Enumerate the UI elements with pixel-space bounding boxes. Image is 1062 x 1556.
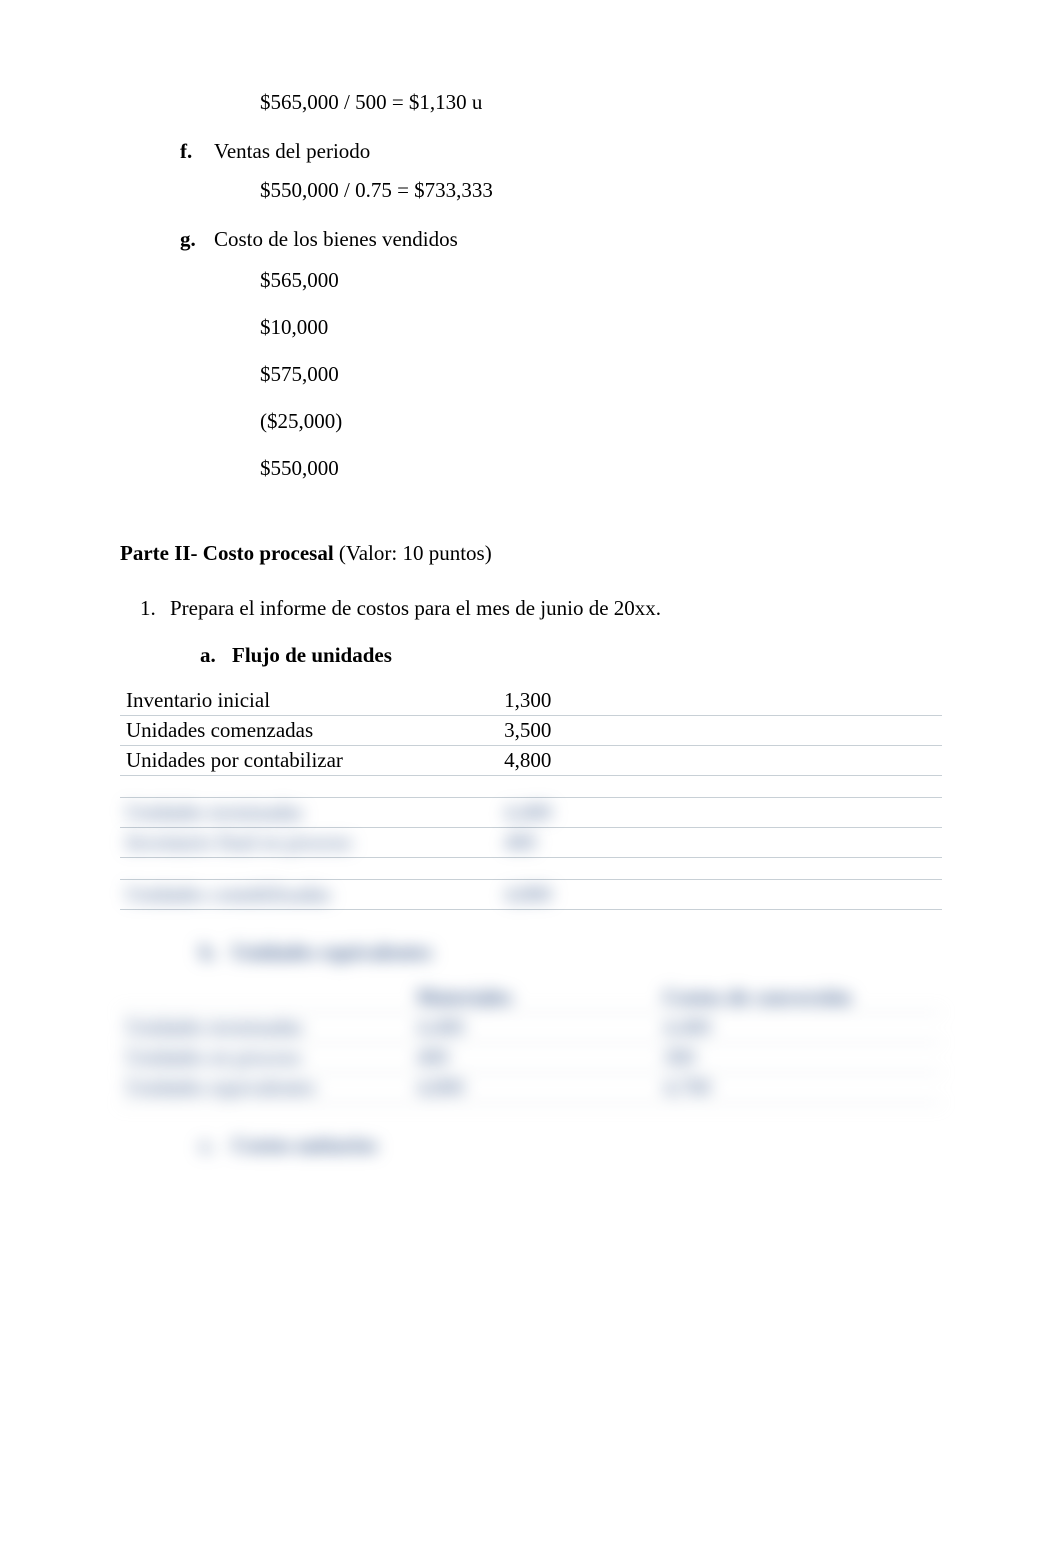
cell-empty xyxy=(120,983,367,1013)
cell-value: 4,800 xyxy=(498,880,720,910)
cell-empty xyxy=(720,798,942,828)
sub-item-b: b. Unidades equivalentes xyxy=(200,940,942,965)
list-text-f: Ventas del periodo xyxy=(214,139,942,164)
list-item-g: g. Costo de los bienes vendidos xyxy=(180,227,942,252)
table-unidades-equivalentes: Materiales Costos de conversión Unidades… xyxy=(120,983,942,1103)
sub-item-a: a. Flujo de unidades xyxy=(200,643,942,668)
calculation-line: $550,000 / 0.75 = $733,333 xyxy=(260,178,942,203)
cell-header: Materiales xyxy=(367,983,614,1013)
cell-value: 4,400 xyxy=(498,798,720,828)
value-line: ($25,000) xyxy=(260,409,942,434)
table-row: Unidades en proceso 400 300 xyxy=(120,1043,942,1073)
value-line: $10,000 xyxy=(260,315,942,340)
cell-empty xyxy=(720,716,942,746)
cell-empty xyxy=(720,828,942,858)
calculation-line: $565,000 / 500 = $1,130 u xyxy=(260,90,942,115)
cell-label: Inventario inicial xyxy=(120,686,498,716)
cell-empty xyxy=(720,880,942,910)
cell-value: 4,800 xyxy=(367,1073,614,1103)
sub-marker-b: b. xyxy=(200,940,232,965)
cell-empty xyxy=(720,686,942,716)
sub-marker-c: c. xyxy=(200,1133,232,1158)
value-block-g: $565,000 $10,000 $575,000 ($25,000) $550… xyxy=(260,268,942,481)
table-flujo-unidades: Inventario inicial 1,300 Unidades comenz… xyxy=(120,686,942,910)
table-row-blurred: Unidades contabilizadas 4,800 xyxy=(120,880,942,910)
list-marker-g: g. xyxy=(180,227,214,252)
table-row: Unidades por contabilizar 4,800 xyxy=(120,746,942,776)
cell-label: Unidades por contabilizar xyxy=(120,746,498,776)
cell-value: 4,400 xyxy=(613,1013,942,1043)
table-spacer xyxy=(120,776,942,798)
table-row-blurred: Inventario final en proceso 400 xyxy=(120,828,942,858)
table-row-blurred: Unidades terminadas 4,400 xyxy=(120,798,942,828)
cell-header: Costos de conversión xyxy=(613,983,942,1013)
section-title-bold: Parte II- Costo procesal xyxy=(120,541,334,565)
section-title-parte2: Parte II- Costo procesal (Valor: 10 punt… xyxy=(120,541,942,566)
value-line: $550,000 xyxy=(260,456,942,481)
value-line: $565,000 xyxy=(260,268,942,293)
cell-label: Unidades terminadas xyxy=(120,1013,367,1043)
cell-value: 400 xyxy=(367,1043,614,1073)
sub-item-c: c. Costos unitarios xyxy=(200,1133,942,1158)
cell-empty xyxy=(720,746,942,776)
sub-text-b: Unidades equivalentes xyxy=(232,940,432,965)
sub-text-a: Flujo de unidades xyxy=(232,643,392,668)
value-line: $575,000 xyxy=(260,362,942,387)
cell-value: 4,400 xyxy=(367,1013,614,1043)
table-row: Unidades equivalentes 4,800 4,700 xyxy=(120,1073,942,1103)
cell-value: 400 xyxy=(498,828,720,858)
cell-label: Unidades en proceso xyxy=(120,1043,367,1073)
cell-label: Unidades contabilizadas xyxy=(120,880,498,910)
section-title-rest: (Valor: 10 puntos) xyxy=(334,541,492,565)
list-text-g: Costo de los bienes vendidos xyxy=(214,227,942,252)
cell-value: 1,300 xyxy=(498,686,720,716)
table-spacer xyxy=(120,858,942,880)
table-row: Unidades terminadas 4,400 4,400 xyxy=(120,1013,942,1043)
cell-label: Unidades equivalentes xyxy=(120,1073,367,1103)
table-row: Inventario inicial 1,300 xyxy=(120,686,942,716)
list-item-f: f. Ventas del periodo xyxy=(180,139,942,164)
sub-text-c: Costos unitarios xyxy=(232,1133,377,1158)
cell-value: 3,500 xyxy=(498,716,720,746)
cell-value: 300 xyxy=(613,1043,942,1073)
table-row: Unidades comenzadas 3,500 xyxy=(120,716,942,746)
cell-value: 4,800 xyxy=(498,746,720,776)
list-marker-f: f. xyxy=(180,139,214,164)
numbered-item-1: 1. Prepara el informe de costos para el … xyxy=(140,596,942,621)
cell-label: Unidades comenzadas xyxy=(120,716,498,746)
sub-marker-a: a. xyxy=(200,643,232,668)
table-header: Materiales Costos de conversión xyxy=(120,983,942,1013)
numbered-marker: 1. xyxy=(140,596,170,621)
cell-label: Inventario final en proceso xyxy=(120,828,498,858)
numbered-text: Prepara el informe de costos para el mes… xyxy=(170,596,661,621)
cell-label: Unidades terminadas xyxy=(120,798,498,828)
cell-value: 4,700 xyxy=(613,1073,942,1103)
